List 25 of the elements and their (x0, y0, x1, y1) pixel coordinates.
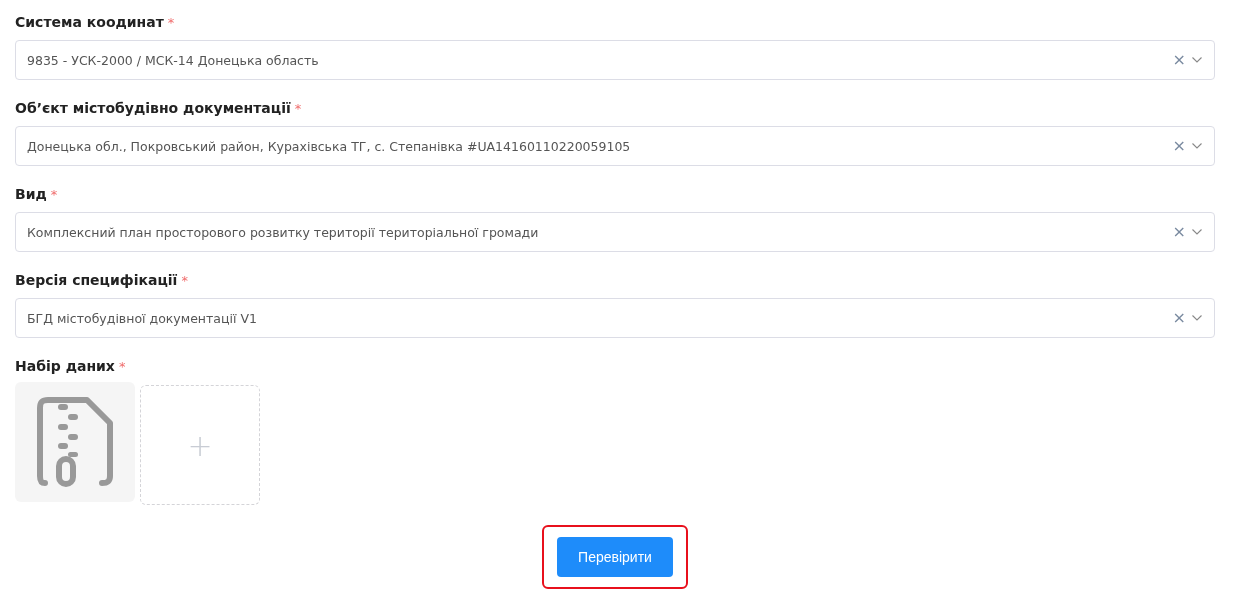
field-label: Версія специфікації (15, 272, 178, 288)
chevron-down-icon (1192, 315, 1202, 321)
chevron-down-icon (1192, 229, 1202, 235)
clear-button[interactable]: × (1172, 310, 1186, 326)
select-field[interactable]: Донецька обл., Покровський район, Курахівська ТГ, с. Степанівка #UA14160110220059105 × (15, 126, 1215, 166)
select-field[interactable]: БГД містобудівної документації V1 × (15, 298, 1215, 338)
required-mark: * (167, 15, 175, 30)
required-mark: * (118, 359, 126, 374)
field-label: Набір даних (15, 358, 115, 374)
field-label: Вид (15, 186, 47, 202)
field-label: Об’єкт містобудівно документації (15, 100, 291, 116)
zip-file-icon (37, 396, 113, 488)
select-field[interactable]: 9835 - УСК-2000 / МСК-14 Донецька область × (15, 40, 1215, 80)
check-button[interactable]: Перевірити (557, 537, 673, 577)
required-mark: * (181, 273, 188, 288)
clear-button[interactable]: × (1172, 52, 1186, 68)
chevron-down-icon (1192, 143, 1202, 149)
select-field[interactable]: Комплексний план просторового розвитку території територіальної громади × (15, 212, 1215, 252)
clear-button[interactable]: × (1172, 138, 1186, 154)
clear-button[interactable]: × (1172, 224, 1186, 240)
chevron-down-icon (1192, 57, 1202, 63)
field-label: Система коодинат (15, 14, 164, 30)
required-mark: * (50, 187, 58, 202)
required-mark: * (294, 101, 302, 116)
file-thumbnail[interactable] (15, 382, 135, 502)
